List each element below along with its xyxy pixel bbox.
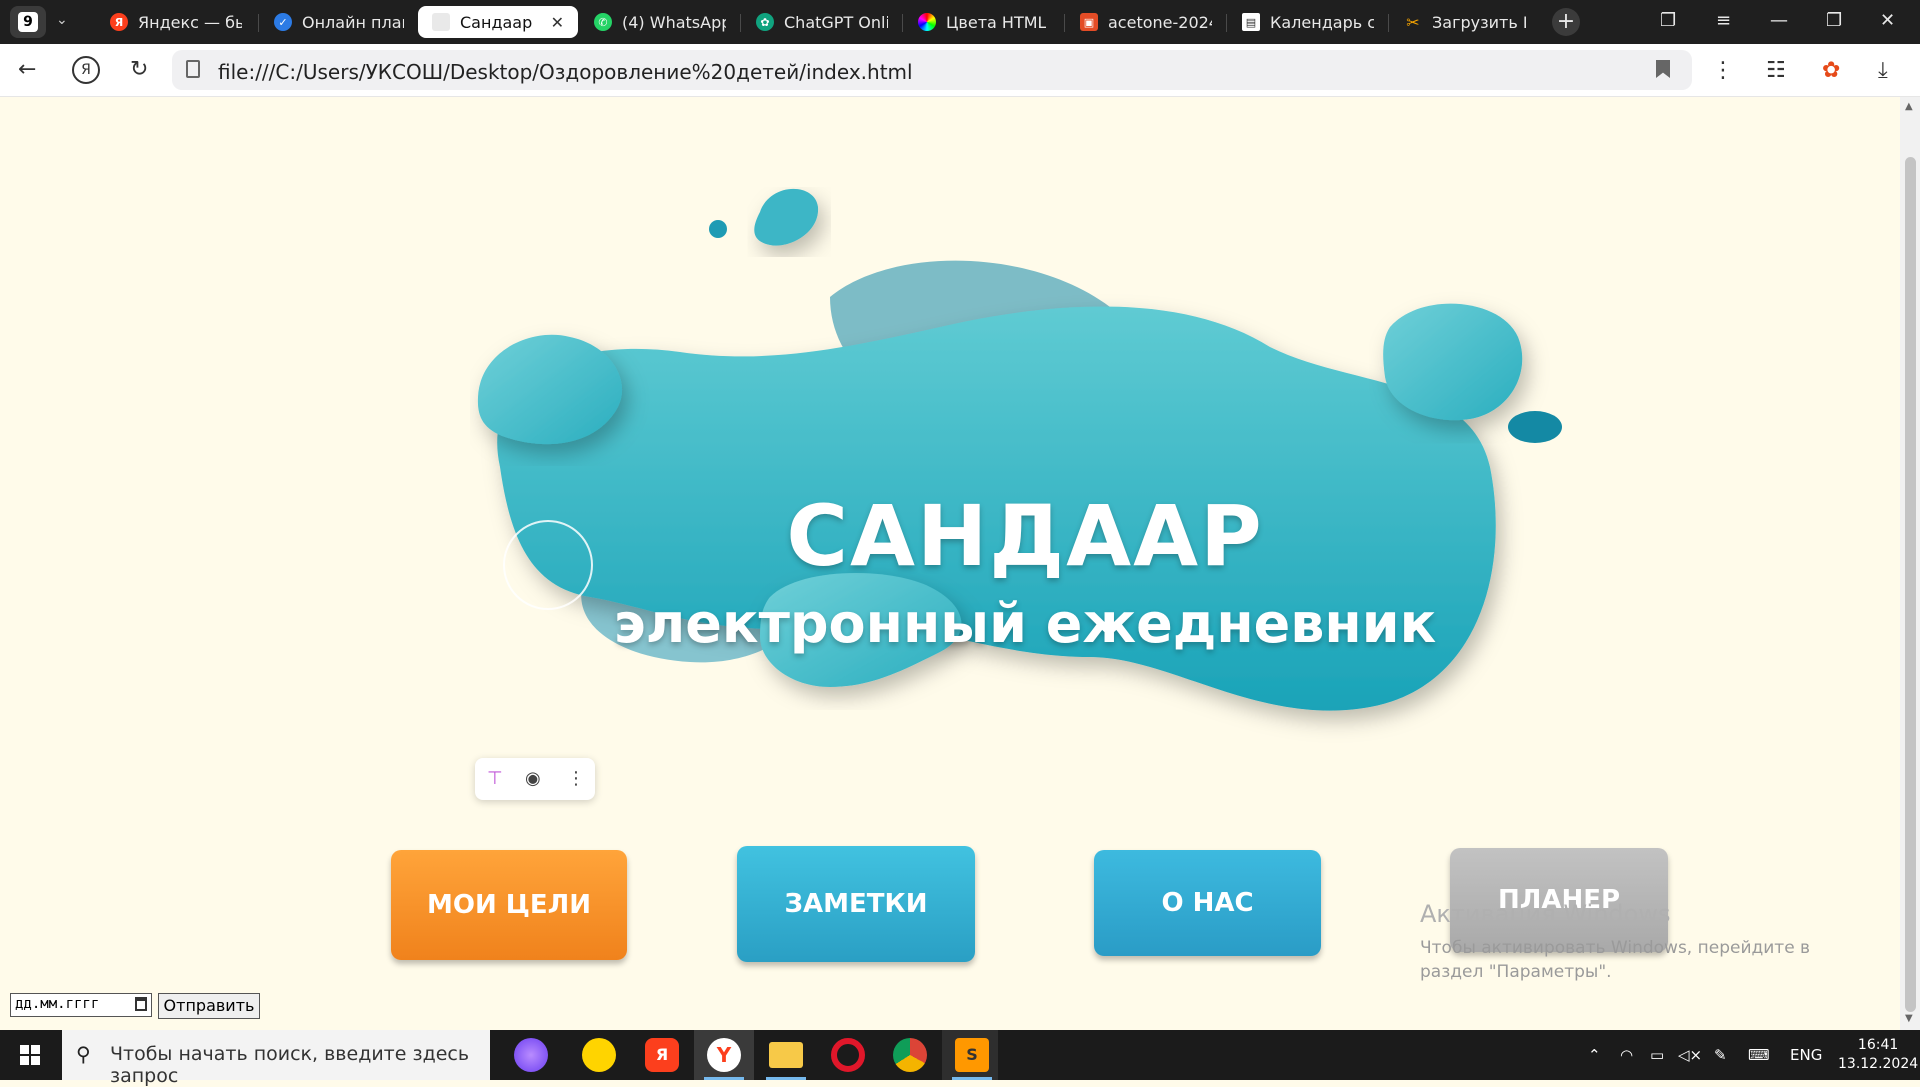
search-icon: ⚲: [76, 1042, 91, 1066]
tab-acetone[interactable]: ▣ acetone-2024: [1066, 6, 1226, 38]
tab-sandaar[interactable]: Сандаар ✕: [418, 6, 578, 38]
page-content: САНДААР электронный ежедневник ⊤ ◉ ⋮ МОИ…: [0, 97, 1900, 1030]
file-icon: [186, 60, 200, 78]
image-hover-toolbar: ⊤ ◉ ⋮: [475, 758, 595, 800]
sublime-text-icon[interactable]: S: [955, 1038, 989, 1072]
close-tab-icon[interactable]: ✕: [551, 13, 564, 32]
reload-icon[interactable]: ↻: [130, 57, 148, 82]
menu-icon[interactable]: ≡: [1716, 10, 1731, 31]
tab-count: 9: [18, 12, 38, 32]
tab-upload[interactable]: ✂ Загрузить Из: [1390, 6, 1540, 38]
download-icon[interactable]: ⤓: [1878, 58, 1888, 83]
scroll-up-icon[interactable]: ▲: [1905, 101, 1913, 112]
restore-icon[interactable]: ❐: [1826, 10, 1842, 31]
submit-button[interactable]: Отправить: [158, 993, 260, 1019]
reader-icon[interactable]: ☷: [1766, 58, 1786, 83]
market-icon[interactable]: [582, 1038, 616, 1072]
logo-blob-graphic: [477, 188, 1562, 711]
battery-icon[interactable]: ▭: [1650, 1046, 1664, 1064]
keyboard-icon[interactable]: ⌨: [1748, 1046, 1770, 1064]
date-input[interactable]: дд.мм.гггг: [10, 993, 152, 1017]
text-recognition-icon[interactable]: ⊤: [487, 768, 503, 789]
tab-label: Яндекс — быс: [138, 12, 242, 32]
tab-counter-button[interactable]: 9: [10, 6, 46, 38]
tab-label: Онлайн план: [302, 12, 404, 32]
tray-expand-icon[interactable]: ⌃: [1588, 1046, 1601, 1064]
chrome-icon[interactable]: [893, 1038, 927, 1072]
scroll-down-icon[interactable]: ▼: [1905, 1013, 1913, 1024]
yandex-browser-icon[interactable]: Y: [707, 1038, 741, 1072]
yandex-logo-icon[interactable]: Я: [72, 56, 100, 84]
address-bar-row: ← Я ↻ file:///C:/Users/УКСОШ/Desktop/Озд…: [0, 44, 1920, 97]
date-placeholder: дд.мм.гггг: [15, 996, 100, 1012]
back-icon[interactable]: ←: [18, 57, 36, 82]
windows-activation-watermark: Активация Windows Чтобы активировать Win…: [1420, 900, 1860, 984]
close-window-icon[interactable]: ✕: [1880, 10, 1895, 31]
tab-chatgpt[interactable]: ✿ ChatGPT Onli: [742, 6, 902, 38]
clock-time: 16:41: [1857, 1037, 1899, 1053]
bookmark-icon[interactable]: [1656, 60, 1670, 78]
chatgpt-icon: ✿: [756, 13, 774, 31]
scissors-icon: ✂: [1406, 12, 1420, 32]
check-icon: ✓: [274, 13, 292, 31]
tab-html-colors[interactable]: Цвета HTML: [904, 6, 1064, 38]
tab-label: ChatGPT Onli: [784, 12, 888, 32]
tab-label: Цвета HTML: [946, 12, 1047, 32]
scroll-thumb[interactable]: [1905, 157, 1916, 1012]
activation-title: Активация Windows: [1420, 900, 1671, 928]
activation-text: Чтобы активировать Windows, перейдите в …: [1420, 938, 1811, 982]
tab-label: (4) WhatsApp: [622, 12, 726, 32]
whatsapp-icon: ✆: [594, 13, 612, 31]
logo-subtitle: электронный ежедневник: [613, 592, 1437, 655]
page-scrollbar[interactable]: ▲ ▼: [1900, 97, 1920, 1030]
tab-label: Сандаар: [460, 12, 533, 32]
alice-icon[interactable]: [514, 1038, 548, 1072]
tab-whatsapp[interactable]: ✆ (4) WhatsApp: [580, 6, 740, 38]
tab-label: acetone-2024: [1108, 12, 1212, 32]
taskbar-search[interactable]: ⚲ Чтобы начать поиск, введите здесь запр…: [62, 1030, 490, 1087]
clock-date: 13.12.2024: [1838, 1056, 1919, 1072]
my-goals-button[interactable]: МОИ ЦЕЛИ: [391, 850, 627, 960]
new-tab-button[interactable]: +: [1552, 8, 1580, 36]
windows-start-icon[interactable]: [20, 1045, 40, 1065]
yandex-app-icon[interactable]: Я: [645, 1038, 679, 1072]
taskbar-clock[interactable]: 16:41 13.12.2024: [1838, 1036, 1918, 1074]
image-icon: ▣: [1080, 13, 1098, 31]
doc-icon: ▤: [1242, 13, 1260, 31]
windows-taskbar: ⚲ Чтобы начать поиск, введите здесь запр…: [0, 1030, 1920, 1087]
browser-tab-bar: 9 ⌄ Я Яндекс — быс ✓ Онлайн план Сандаар…: [0, 0, 1920, 44]
minimize-icon[interactable]: —: [1770, 10, 1788, 31]
color-wheel-icon: [918, 13, 936, 31]
camera-search-icon[interactable]: ◉: [525, 768, 541, 789]
more-icon[interactable]: ⋮: [1712, 58, 1734, 83]
collections-icon[interactable]: ❐: [1660, 10, 1676, 31]
more-options-icon[interactable]: ⋮: [567, 768, 585, 789]
logo-title: САНДААР: [786, 487, 1264, 585]
calendar-icon[interactable]: [135, 997, 147, 1011]
file-explorer-icon[interactable]: [769, 1042, 803, 1068]
tab-label: Загрузить Из: [1432, 12, 1526, 32]
url-field[interactable]: file:///C:/Users/УКСОШ/Desktop/Оздоровле…: [172, 50, 1692, 90]
wifi-icon[interactable]: ◠: [1620, 1046, 1633, 1064]
tab-calendar[interactable]: ▤ Календарь с: [1228, 6, 1388, 38]
language-indicator[interactable]: ENG: [1790, 1046, 1822, 1064]
extension-icon[interactable]: ✿: [1822, 58, 1840, 83]
search-placeholder: Чтобы начать поиск, введите здесь запрос: [110, 1043, 470, 1087]
tab-yandex[interactable]: Я Яндекс — быс: [96, 6, 256, 38]
tab-planner-online[interactable]: ✓ Онлайн план: [260, 6, 418, 38]
notes-button[interactable]: ЗАМЕТКИ: [737, 846, 975, 962]
opera-icon[interactable]: [831, 1038, 865, 1072]
tab-label: Календарь с: [1270, 12, 1374, 32]
sandaar-logo: САНДААР электронный ежедневник: [470, 187, 1580, 747]
volume-muted-icon[interactable]: ◁×: [1678, 1046, 1702, 1064]
tabs-dropdown-icon[interactable]: ⌄: [56, 12, 68, 28]
about-us-button[interactable]: О НАС: [1094, 850, 1321, 956]
pen-icon[interactable]: ✎: [1714, 1046, 1727, 1064]
yandex-icon: Я: [110, 13, 128, 31]
page-icon: [432, 13, 450, 31]
url-text[interactable]: file:///C:/Users/УКСОШ/Desktop/Оздоровле…: [218, 60, 913, 84]
